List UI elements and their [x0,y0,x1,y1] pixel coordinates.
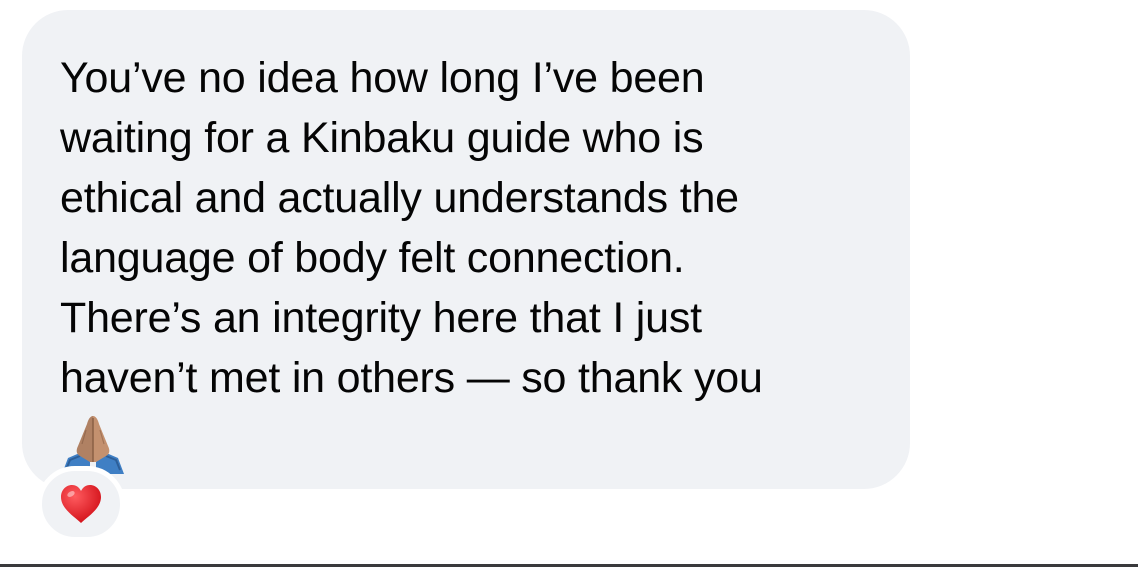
folded-hands-icon [60,412,126,474]
reaction-badge[interactable] [37,466,125,542]
heart-icon [59,483,103,525]
message-thread: You’ve no idea how long I’ve been waitin… [0,0,1138,567]
message-bubble[interactable]: You’ve no idea how long I’ve been waitin… [22,10,910,489]
message-text: You’ve no idea how long I’ve been waitin… [60,54,763,402]
